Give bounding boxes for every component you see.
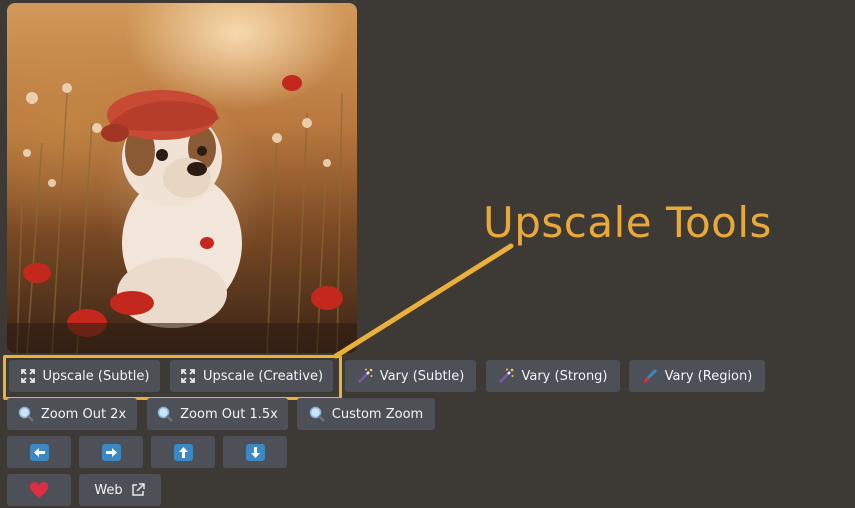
vary-subtle-button[interactable]: Vary (Subtle) xyxy=(345,360,476,392)
arrow-up-icon xyxy=(173,443,193,461)
pan-down-button[interactable] xyxy=(223,436,287,468)
custom-zoom-button[interactable]: Custom Zoom xyxy=(297,398,435,430)
vary-region-label: Vary (Region) xyxy=(664,368,753,384)
heart-icon xyxy=(29,481,49,499)
zoom-out-1-5x-label: Zoom Out 1.5x xyxy=(180,406,278,422)
callout-connector xyxy=(333,243,514,359)
magnifier-icon xyxy=(18,406,34,422)
magnifier-icon xyxy=(309,406,325,422)
magic-wand-icon xyxy=(357,368,373,384)
vary-region-button[interactable]: Vary (Region) xyxy=(629,360,765,392)
external-link-icon xyxy=(130,482,146,498)
callout-label: Upscale Tools xyxy=(483,198,772,247)
expand-icon xyxy=(180,368,196,384)
expand-icon xyxy=(20,368,36,384)
magic-wand-icon xyxy=(498,368,514,384)
vary-strong-button[interactable]: Vary (Strong) xyxy=(486,360,620,392)
zoom-out-1-5x-button[interactable]: Zoom Out 1.5x xyxy=(147,398,288,430)
paintbrush-icon xyxy=(642,368,658,384)
arrow-right-icon xyxy=(101,443,121,461)
upscale-creative-button[interactable]: Upscale (Creative) xyxy=(170,360,333,392)
pan-left-button[interactable] xyxy=(7,436,71,468)
arrow-left-icon xyxy=(29,443,49,461)
vary-strong-label: Vary (Strong) xyxy=(521,368,608,384)
vary-subtle-label: Vary (Subtle) xyxy=(379,368,465,384)
pan-up-button[interactable] xyxy=(151,436,215,468)
magnifier-icon xyxy=(157,406,174,422)
upscale-subtle-button[interactable]: Upscale (Subtle) xyxy=(9,360,160,392)
upscale-creative-label: Upscale (Creative) xyxy=(202,368,324,384)
upscale-subtle-label: Upscale (Subtle) xyxy=(42,368,150,384)
zoom-out-2x-label: Zoom Out 2x xyxy=(40,406,127,422)
zoom-out-2x-button[interactable]: Zoom Out 2x xyxy=(7,398,137,430)
favorite-button[interactable] xyxy=(7,474,71,506)
web-link-button[interactable]: Web xyxy=(79,474,161,506)
web-label: Web xyxy=(94,482,123,498)
arrow-down-icon xyxy=(245,443,265,461)
custom-zoom-label: Custom Zoom xyxy=(331,406,424,422)
pan-right-button[interactable] xyxy=(79,436,143,468)
